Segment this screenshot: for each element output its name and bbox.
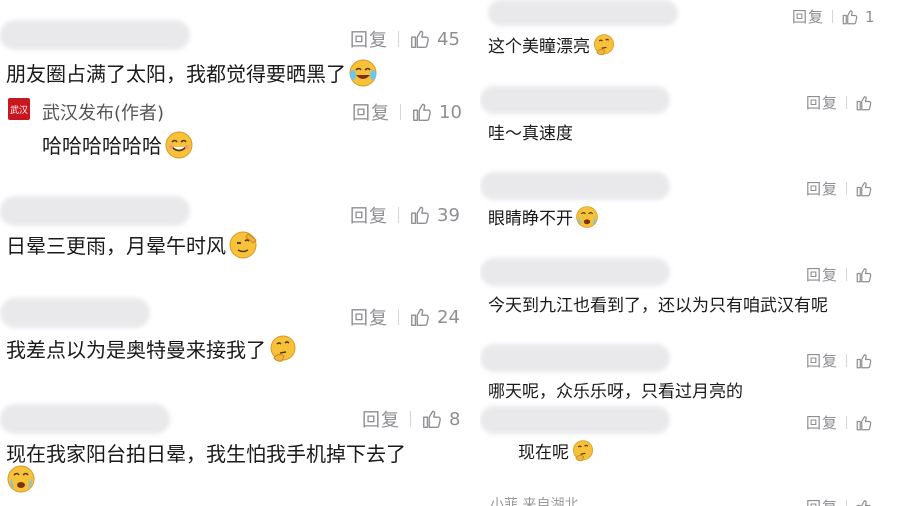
divider <box>846 96 848 109</box>
blurred-username <box>0 196 190 226</box>
comment-text: 现在我家阳台拍日晕，我生怕我手机掉下去了 <box>6 442 406 466</box>
divider <box>846 268 848 281</box>
thumbs-up-icon[interactable] <box>411 101 433 123</box>
comment-actions: 回复 10 <box>352 99 462 125</box>
comment-column-right: 回复 1 这个美瞳漂亮 回复 哇～真速度 回复 眼睛睁不开 回复 今天到九江也看… <box>480 0 900 506</box>
reply-button[interactable]: 回复 <box>352 99 390 125</box>
like-count: 24 <box>437 306 460 328</box>
grin-icon <box>164 130 194 165</box>
like-count: 1 <box>865 7 875 26</box>
comment-actions: 回复 <box>806 412 873 433</box>
reply-button[interactable]: 回复 <box>362 406 400 432</box>
comment-actions: 回复 <box>806 178 873 199</box>
blurred-username <box>480 344 670 372</box>
blurred-username <box>0 298 150 328</box>
blurred-username <box>480 258 670 286</box>
reply-button[interactable]: 回复 <box>806 350 838 371</box>
thumbs-up-icon[interactable] <box>855 352 873 370</box>
comment-text-content: 哈哈哈哈哈哈 <box>42 134 162 158</box>
thinking-icon <box>571 439 595 468</box>
blurred-username <box>0 20 190 50</box>
blurred-username <box>488 0 678 26</box>
thumbs-up-icon[interactable] <box>841 8 859 26</box>
crying-icon <box>6 464 36 498</box>
comment-actions: 回复 8 <box>362 406 460 432</box>
comment-actions: 回复 39 <box>350 202 460 228</box>
reply-button[interactable]: 回复 <box>350 202 388 228</box>
thumbs-up-icon[interactable] <box>855 498 873 506</box>
divider <box>410 411 411 427</box>
comment-text-content: 日晕三更雨，月晕午时风 <box>6 234 226 258</box>
comment-column-left: 回复 45 朋友圈占满了太阳，我都觉得要晒黑了 武汉 武汉发布(作者) 回复 1… <box>0 0 480 506</box>
comment-text: 我差点以为是奥特曼来接我了 <box>6 334 298 369</box>
blurred-username <box>480 86 670 114</box>
reply-button[interactable]: 回复 <box>350 26 388 52</box>
divider <box>846 182 848 195</box>
author-name[interactable]: 武汉发布(作者) <box>42 99 164 125</box>
comment-text-content: 这个美瞳漂亮 <box>488 37 590 57</box>
like-count: 45 <box>437 28 460 50</box>
comment-text-content: 现在呢 <box>518 443 569 463</box>
blurred-username <box>480 172 670 200</box>
author-logo: 武汉 <box>8 98 30 120</box>
comment-text: 日晕三更雨，月晕午时风 <box>6 230 258 265</box>
comment-actions: 回复 <box>806 264 873 285</box>
reply-button[interactable]: 回复 <box>792 6 824 27</box>
username[interactable]: 小菲 来自湖北 <box>490 494 578 506</box>
comment-text-content: 眼睛睁不开 <box>488 209 573 229</box>
reply-button[interactable]: 回复 <box>806 264 838 285</box>
comment-text: 哇～真速度 <box>488 124 573 144</box>
blurred-username <box>0 404 170 434</box>
divider <box>832 10 834 23</box>
comment-actions: 回复 <box>806 350 873 371</box>
divider <box>846 500 848 506</box>
thumbs-up-icon[interactable] <box>855 414 873 432</box>
thumbs-up-icon[interactable] <box>409 28 431 50</box>
comment-text-content: 朋友圈占满了太阳，我都觉得要晒黑了 <box>6 62 346 86</box>
like-count: 8 <box>449 408 461 430</box>
thumbs-up-icon[interactable] <box>409 306 431 328</box>
thinking-icon <box>268 334 298 369</box>
thumbs-up-icon[interactable] <box>855 94 873 112</box>
reply-button[interactable]: 回复 <box>806 496 838 506</box>
laughing-tears-icon <box>348 58 378 93</box>
like-count: 10 <box>439 101 462 123</box>
reply-button[interactable]: 回复 <box>350 304 388 330</box>
like-count: 39 <box>437 204 460 226</box>
comment-actions: 回复 <box>806 92 873 113</box>
blurred-username <box>480 406 670 434</box>
reply-button[interactable]: 回复 <box>806 92 838 113</box>
thumbs-up-icon[interactable] <box>855 180 873 198</box>
comment-text-content: 我差点以为是奥特曼来接我了 <box>6 338 266 362</box>
divider <box>846 354 848 367</box>
reply-button[interactable]: 回复 <box>806 178 838 199</box>
reply-button[interactable]: 回复 <box>806 412 838 433</box>
comment-actions: 回复 24 <box>350 304 460 330</box>
thumbs-up-icon[interactable] <box>855 266 873 284</box>
comment-text: 今天到九江也看到了，还以为只有咱武汉有呢 <box>488 296 828 316</box>
divider <box>846 416 848 429</box>
divider <box>398 207 399 223</box>
divider <box>398 309 399 325</box>
thumbs-up-icon[interactable] <box>409 204 431 226</box>
thinking-icon <box>592 33 616 62</box>
comment-text: 眼睛睁不开 <box>488 204 599 234</box>
comment-actions: 回复 1 <box>792 6 875 27</box>
comment-text: 朋友圈占满了太阳，我都觉得要晒黑了 <box>6 58 378 93</box>
thumbs-up-icon[interactable] <box>421 408 443 430</box>
divider <box>400 104 401 120</box>
comment-actions: 回复 45 <box>350 26 460 52</box>
divider <box>398 31 399 47</box>
crying-icon <box>575 205 599 234</box>
salute-icon <box>228 230 258 265</box>
comment-text: 这个美瞳漂亮 <box>488 32 616 62</box>
comment-text: 哪天呢，众乐乐呀，只看过月亮的 <box>488 382 743 402</box>
comment-text: 现在呢 <box>518 438 595 468</box>
comment-actions: 回复 <box>806 496 873 506</box>
author-logo-text: 武汉 <box>9 105 28 116</box>
comment-text: 哈哈哈哈哈哈 <box>42 130 194 165</box>
